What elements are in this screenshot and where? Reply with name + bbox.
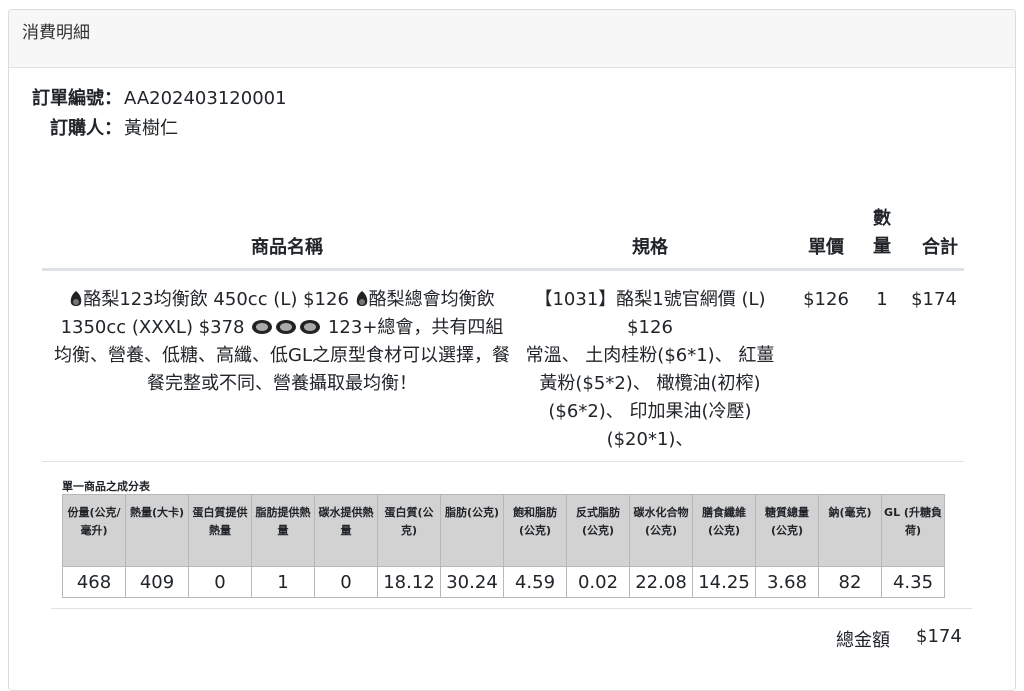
nutrition-header: 脂肪(公克) bbox=[440, 494, 504, 567]
item-name: 酪梨123均衡飲 450cc (L) $126 酪梨總會均衡飲 1350cc (… bbox=[54, 289, 510, 394]
nutrition-header: 碳水提供熱量 bbox=[314, 494, 378, 567]
nutrition-value: 0 bbox=[314, 566, 378, 598]
nutrition-header: 糖質總量(公克) bbox=[755, 494, 819, 567]
header-spec: 規格 bbox=[632, 237, 668, 258]
nutrition-value: 18.12 bbox=[377, 566, 441, 598]
header-qty: 數量 bbox=[873, 208, 891, 257]
avocado-icon bbox=[71, 291, 82, 306]
nutrition-value: 3.68 bbox=[755, 566, 819, 598]
item-price: $126 bbox=[803, 289, 849, 310]
nutrition-value: 468 bbox=[62, 566, 126, 598]
nutrition-value: 0 bbox=[188, 566, 252, 598]
nutrition-value-row: 468 409 0 1 0 18.12 30.24 4.59 0.02 22.0… bbox=[62, 566, 945, 598]
nutrition-value: 82 bbox=[818, 566, 882, 598]
item-qty: 1 bbox=[876, 289, 888, 310]
buyer-label: 訂購人： bbox=[50, 118, 122, 139]
order-number: AA202403120001 bbox=[124, 88, 287, 109]
nutrition-header-row: 份量(公克/毫升) 熱量(大卡) 蛋白質提供熱量 脂肪提供熱量 碳水提供熱量 蛋… bbox=[62, 494, 945, 567]
nutrition-header: 熱量(大卡) bbox=[125, 494, 189, 567]
items-table-header: 商品名稱 規格 單價 數量 合計 bbox=[42, 190, 964, 271]
nutrition-value: 1 bbox=[251, 566, 315, 598]
shoe-icon bbox=[300, 320, 321, 334]
shoe-icon bbox=[276, 320, 297, 334]
avocado-icon bbox=[356, 291, 367, 306]
header-price: 單價 bbox=[808, 237, 844, 258]
nutrition-header: 飽和脂肪(公克) bbox=[503, 494, 567, 567]
nutrition-value: 0.02 bbox=[566, 566, 630, 598]
table-row: 酪梨123均衡飲 450cc (L) $126 酪梨總會均衡飲 1350cc (… bbox=[42, 271, 964, 462]
header-total: 合計 bbox=[922, 237, 958, 258]
card-header bbox=[9, 10, 1015, 68]
nutrition-header: 碳水化合物(公克) bbox=[629, 494, 693, 567]
order-info: 訂單編號： AA202403120001 訂購人： 黃樹仁 bbox=[22, 84, 287, 144]
item-total: $174 bbox=[911, 289, 957, 310]
nutrition-table-title: 單一商品之成分表 bbox=[62, 480, 150, 493]
order-number-label: 訂單編號： bbox=[32, 88, 122, 109]
nutrition-header: 蛋白質(公克) bbox=[377, 494, 441, 567]
total-amount-value: $174 bbox=[916, 626, 962, 647]
item-spec: 【1031】酪梨1號官網價 (L) $126 常溫、 土肉桂粉($6*1)、 紅… bbox=[525, 289, 775, 450]
nutrition-header: 反式脂肪(公克) bbox=[566, 494, 630, 567]
nutrition-value: 14.25 bbox=[692, 566, 756, 598]
total-amount-label: 總金額 bbox=[836, 630, 890, 651]
buyer-name: 黃樹仁 bbox=[124, 118, 178, 139]
nutrition-value: 4.59 bbox=[503, 566, 567, 598]
nutrition-value: 22.08 bbox=[629, 566, 693, 598]
card-title: 消費明細 bbox=[22, 23, 90, 43]
header-name: 商品名稱 bbox=[251, 237, 323, 258]
shoe-icon bbox=[252, 320, 273, 334]
nutrition-header: 鈉(毫克) bbox=[818, 494, 882, 567]
nutrition-header: 份量(公克/毫升) bbox=[62, 494, 126, 567]
nutrition-value: 30.24 bbox=[440, 566, 504, 598]
nutrition-header: 膳食纖維(公克) bbox=[692, 494, 756, 567]
nutrition-header: GL (升糖負荷) bbox=[881, 494, 945, 567]
nutrition-value: 4.35 bbox=[881, 566, 945, 598]
nutrition-header: 脂肪提供熱量 bbox=[251, 494, 315, 567]
nutrition-value: 409 bbox=[125, 566, 189, 598]
nutrition-header: 蛋白質提供熱量 bbox=[188, 494, 252, 567]
summary-divider bbox=[51, 608, 972, 609]
nutrition-table: 份量(公克/毫升) 熱量(大卡) 蛋白質提供熱量 脂肪提供熱量 碳水提供熱量 蛋… bbox=[62, 494, 945, 598]
